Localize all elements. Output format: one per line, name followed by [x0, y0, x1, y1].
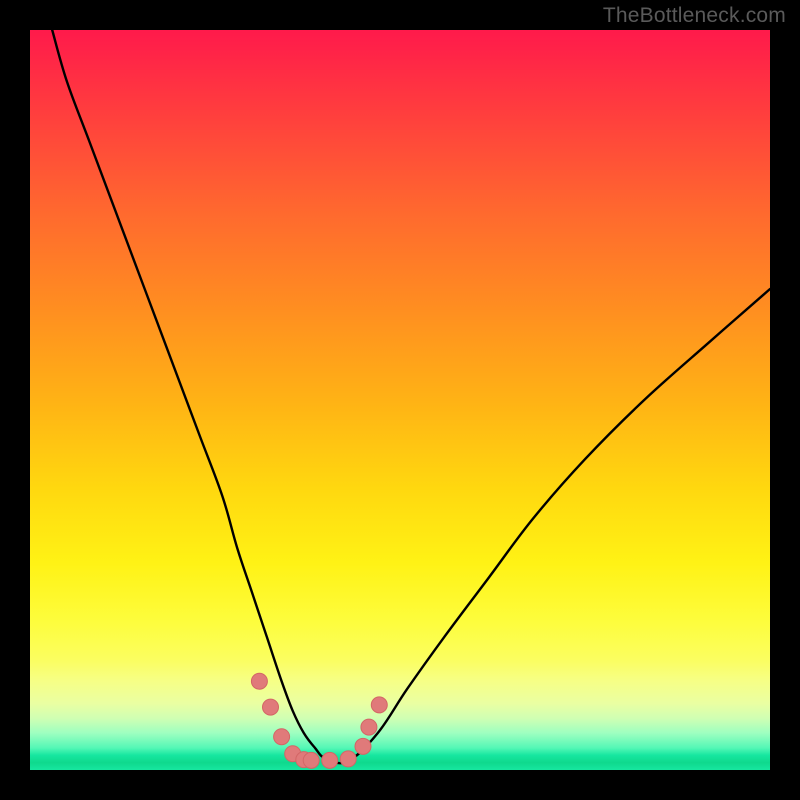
plot-area — [30, 30, 770, 770]
curve-marker — [371, 697, 387, 713]
bottleneck-curve — [52, 30, 770, 763]
curve-marker — [274, 729, 290, 745]
curve-marker — [251, 673, 267, 689]
curve-marker — [322, 752, 338, 768]
curve-marker — [263, 699, 279, 715]
watermark-text: TheBottleneck.com — [603, 4, 786, 28]
bottleneck-curve-svg — [30, 30, 770, 770]
curve-marker — [361, 719, 377, 735]
chart-stage: TheBottleneck.com — [0, 0, 800, 800]
curve-marker — [303, 752, 319, 768]
curve-marker — [340, 751, 356, 767]
curve-marker — [355, 738, 371, 754]
